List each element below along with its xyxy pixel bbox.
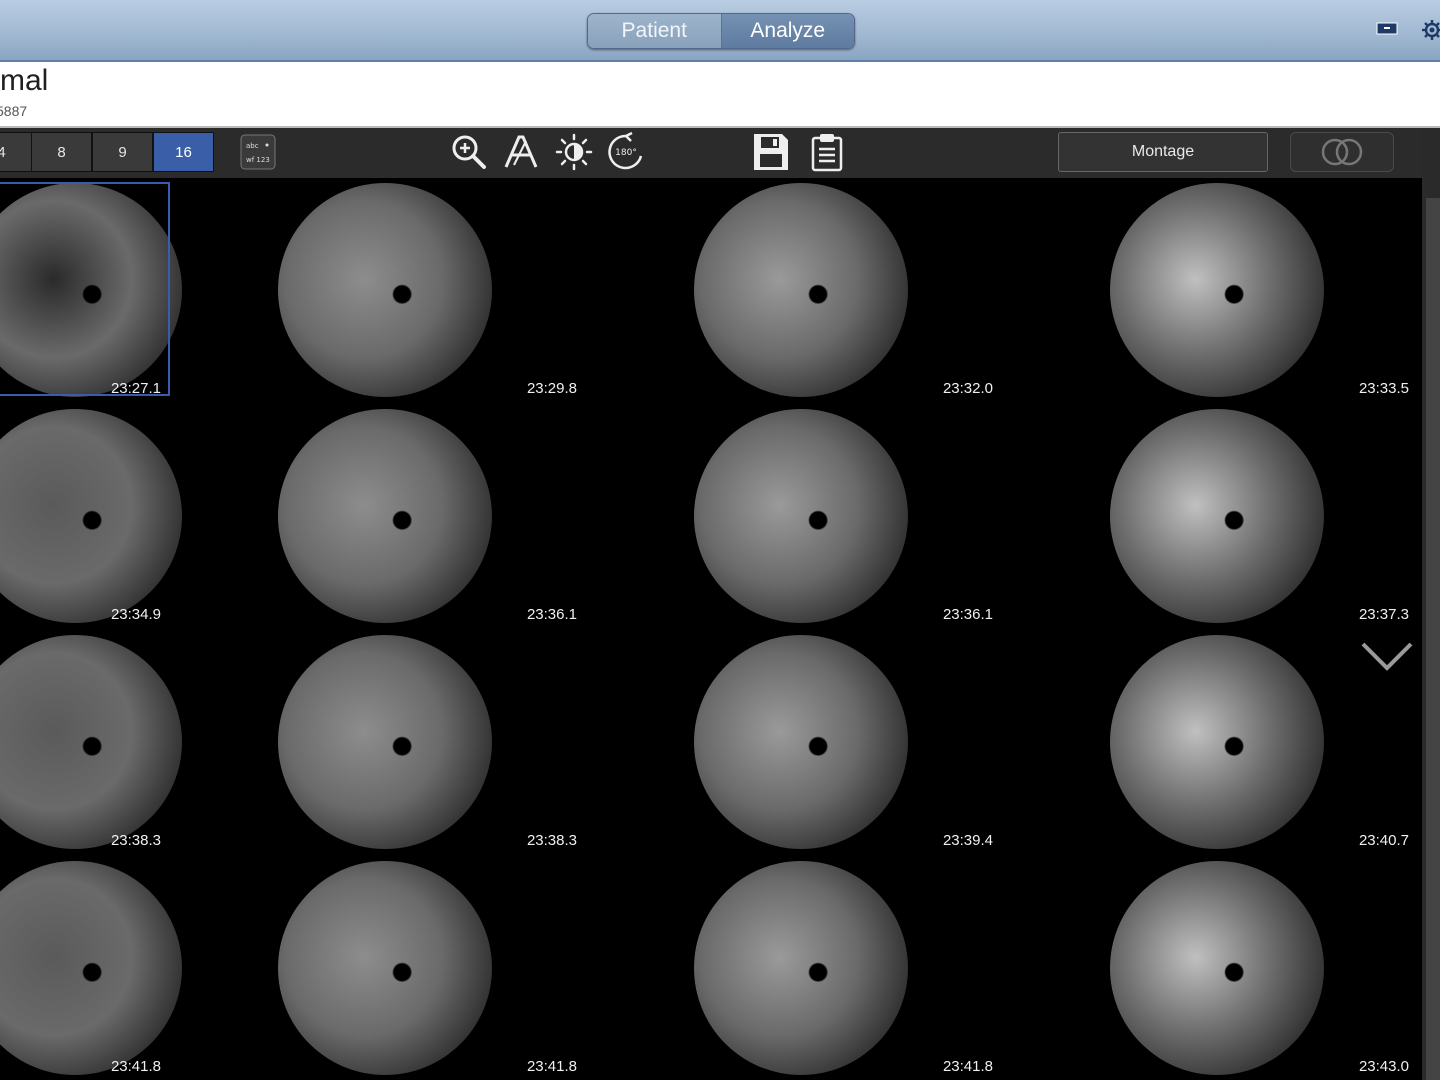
fundus-image[interactable] — [694, 635, 908, 849]
tab-analyze[interactable]: Analyze — [721, 14, 854, 48]
brightness-icon[interactable] — [555, 133, 593, 176]
labels-toggle-icon[interactable]: abc wf 123 — [240, 134, 276, 175]
image-timestamp: 23:36.1 — [942, 606, 993, 623]
patient-name: rmal — [0, 64, 49, 97]
image-timestamp: 23:40.7 — [1358, 832, 1409, 849]
fundus-image[interactable] — [694, 861, 908, 1075]
fundus-image[interactable] — [278, 861, 492, 1075]
image-timestamp: 23:43.0 — [1358, 1058, 1409, 1075]
fundus-image[interactable] — [1110, 183, 1324, 397]
image-timestamp: 23:33.5 — [1358, 380, 1409, 397]
image-timestamp: 23:41.8 — [942, 1058, 993, 1075]
image-toolbar: 4 8 9 16 abc wf 123 180° Montage — [0, 128, 1422, 179]
fundus-image[interactable] — [1110, 861, 1324, 1075]
fundus-image[interactable] — [0, 635, 182, 849]
save-icon[interactable] — [752, 132, 790, 177]
grid-4-button[interactable]: 4 — [0, 132, 32, 172]
scroll-down-icon[interactable] — [1360, 640, 1414, 677]
thumbnail-strip[interactable] — [1426, 198, 1440, 1080]
grid-8-button[interactable]: 8 — [31, 132, 92, 172]
image-timestamp: 23:37.3 — [1358, 606, 1409, 623]
fundus-image[interactable] — [694, 409, 908, 623]
fundus-image[interactable] — [1110, 409, 1324, 623]
patient-id: 5887 — [0, 103, 28, 119]
overlay-compare-icon — [1321, 138, 1363, 166]
fundus-image[interactable] — [0, 861, 182, 1075]
montage-button[interactable]: Montage — [1058, 132, 1268, 172]
image-timestamp: 23:39.4 — [942, 832, 993, 849]
image-timestamp: 23:32.0 — [942, 380, 993, 397]
image-timestamp: 23:38.3 — [526, 832, 577, 849]
fundus-image[interactable] — [1110, 635, 1324, 849]
fundus-image[interactable] — [278, 183, 492, 397]
rotate-180-icon[interactable]: 180° — [606, 131, 646, 177]
image-timestamp: 23:29.8 — [526, 380, 577, 397]
image-grid: 23:27.1 23:29.8 23:32.0 23:33.5 23:34.9 23:36… — [0, 178, 1422, 1080]
image-timestamp: 23:36.1 — [526, 606, 577, 623]
svg-text:wf 123: wf 123 — [246, 156, 270, 164]
overlay-compare-button[interactable] — [1290, 132, 1394, 172]
svg-text:abc: abc — [246, 142, 259, 150]
fundus-image[interactable] — [0, 409, 182, 623]
display-icon[interactable] — [1376, 20, 1398, 41]
tab-patient[interactable]: Patient — [588, 14, 722, 48]
image-timestamp: 23:34.9 — [110, 606, 161, 623]
fundus-image[interactable] — [278, 409, 492, 623]
grid-16-button[interactable]: 16 — [153, 132, 214, 172]
fundus-image[interactable] — [694, 183, 908, 397]
selected-image-frame — [0, 182, 170, 396]
settings-icon[interactable] — [1420, 18, 1440, 47]
patient-header: rmal 5887 — [0, 62, 1440, 128]
image-timestamp: 23:38.3 — [110, 832, 161, 849]
image-timestamp: 23:41.8 — [110, 1058, 161, 1075]
image-timestamp: 23:41.8 — [526, 1058, 577, 1075]
fundus-image[interactable] — [278, 635, 492, 849]
clipboard-icon[interactable] — [810, 132, 844, 177]
mode-switch: Patient Analyze — [587, 13, 855, 49]
top-bar: Patient Analyze — [0, 0, 1440, 62]
rotate-label: 180° — [615, 148, 637, 158]
grid-9-button[interactable]: 9 — [92, 132, 153, 172]
annotate-text-icon[interactable] — [502, 133, 540, 176]
zoom-in-icon[interactable] — [450, 133, 488, 176]
